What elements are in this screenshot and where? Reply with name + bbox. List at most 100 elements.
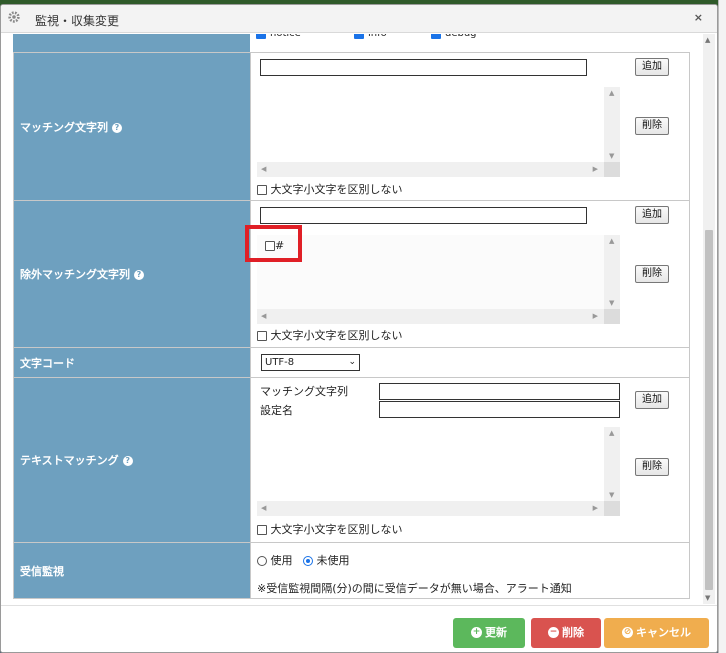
label-text: 除外マッチング文字列 [20,268,130,281]
radio-use[interactable] [257,556,267,566]
help-icon[interactable]: ? [112,122,122,133]
listbox-hscroll[interactable]: ◀ ▶ [257,162,604,177]
receive-option-unused[interactable]: 未使用 [303,552,350,568]
value-matching: 追加 ▲ ▼ ◀ ▶ 削除 大文字小文字を区別しない [250,52,690,201]
scroll-right-icon[interactable]: ▶ [593,165,598,173]
radio-label: 使用 [270,554,293,567]
case-checkbox[interactable] [257,185,267,195]
cancel-label: キャンセル [636,626,691,639]
scroll-left-icon[interactable]: ◀ [261,165,266,173]
scroll-left-icon[interactable]: ◀ [261,504,266,512]
text-matching-pattern-input[interactable] [379,383,620,400]
update-button[interactable]: + 更新 [453,618,525,648]
checkbox-label: info [368,34,387,39]
case-checkbox[interactable] [257,525,267,535]
listbox-corner [604,309,620,324]
close-icon[interactable]: × [694,11,703,24]
row-text-matching: テキストマッチング? マッチング文字列 設定名 追加 ▲ ▼ ◀ ▶ 削除 大文… [13,377,690,543]
case-checkbox[interactable] [257,331,267,341]
dialog-titlebar: 監視・収集変更 × [1,5,717,33]
dialog-scrollbar[interactable]: ▲ ▼ [703,34,715,604]
scrollbar-thumb[interactable] [705,230,713,590]
delete-button[interactable]: − 削除 [531,618,601,648]
delete-label: 削除 [562,626,584,639]
dialog-title: 監視・収集変更 [35,14,120,28]
scroll-up-icon[interactable]: ▲ [609,429,614,437]
listbox-corner [604,501,620,516]
scroll-down-icon[interactable]: ▼ [609,152,614,160]
exclude-input[interactable] [260,207,587,224]
matching-delete-button[interactable]: 削除 [635,117,669,135]
radio-label: 未使用 [316,554,350,567]
case-label: 大文字小文字を区別しない [270,183,403,196]
listbox-hscroll[interactable]: ◀ ▶ [257,501,604,516]
matching-add-button[interactable]: 追加 [635,58,669,76]
charset-select[interactable]: UTF-8 ⌄ [261,354,360,371]
help-icon[interactable]: ? [122,456,133,466]
matching-listbox[interactable]: ▲ ▼ ◀ ▶ [257,87,620,177]
text-matching-delete-button[interactable]: 削除 [635,458,669,476]
text-matching-case-option[interactable]: 大文字小文字を区別しない [257,521,403,537]
scroll-up-icon[interactable]: ▲ [705,36,710,44]
matching-input[interactable] [260,59,587,76]
scroll-right-icon[interactable]: ▶ [593,504,598,512]
value-receive: 使用 未使用 ※受信監視間隔(分)の間に受信データが無い場合、アラート通知 [250,542,690,599]
listbox-vscroll[interactable]: ▲ ▼ [604,87,620,162]
update-label: 更新 [485,626,507,639]
checkbox-label: notice [270,34,301,39]
charset-value: UTF-8 [265,357,295,368]
background-app-edge [718,0,726,653]
receive-option-use[interactable]: 使用 [257,552,293,568]
dialog-footer: + 更新 − 削除 ⊘ キャンセル [1,605,717,652]
chevron-down-icon: ⌄ [348,357,356,367]
label-text: 受信監視 [20,564,64,578]
label-cell-partial [13,34,250,52]
edit-dialog: 監視・収集変更 × notice info debug マッチング文字列? 追加 [0,4,718,653]
label-text: 文字コード [20,356,75,370]
label-text: マッチング文字列 [20,120,108,134]
scroll-left-icon[interactable]: ◀ [261,312,266,320]
cancel-button[interactable]: ⊘ キャンセル [604,618,709,648]
scroll-up-icon[interactable]: ▲ [609,237,614,245]
help-icon[interactable]: ? [134,270,144,280]
row-receive: 受信監視 使用 未使用 ※受信監視間隔(分)の間に受信データが無い場合、アラート… [13,542,690,599]
listbox-vscroll[interactable]: ▲ ▼ [604,427,620,501]
scroll-down-icon[interactable]: ▼ [705,594,710,602]
plus-circle-icon: + [471,626,482,638]
field-label-matching: マッチング文字列 [260,385,348,398]
row-matching: マッチング文字列? 追加 ▲ ▼ ◀ ▶ 削除 大文字小文字を区別しない [13,52,690,201]
exclude-case-option[interactable]: 大文字小文字を区別しない [257,327,403,343]
exclude-listbox[interactable]: # ▲ ▼ ◀ ▶ [257,235,620,324]
label-receive: 受信監視 [13,542,251,599]
case-label: 大文字小文字を区別しない [270,329,403,342]
scroll-right-icon[interactable]: ▶ [593,312,598,320]
settings-form: マッチング文字列? 追加 ▲ ▼ ◀ ▶ 削除 大文字小文字を区別しない 除外マ… [13,52,690,599]
checkbox-label: debug [445,34,477,39]
listbox-hscroll[interactable]: ◀ ▶ [257,309,604,324]
exclude-add-button[interactable]: 追加 [635,206,669,224]
gear-icon [8,11,20,23]
radio-unused[interactable] [303,556,313,566]
text-matching-name-input[interactable] [379,401,620,418]
text-matching-listbox[interactable]: ▲ ▼ ◀ ▶ [257,427,620,516]
label-matching: マッチング文字列? [13,52,251,201]
row-exclude: 除外マッチング文字列? 追加 # ▲ ▼ ◀ ▶ 削除 大文字小文字を区別しない [13,200,690,348]
scroll-down-icon[interactable]: ▼ [609,491,614,499]
listbox-corner [604,162,620,177]
checkbox-debug[interactable] [431,34,441,39]
value-text-matching: マッチング文字列 設定名 追加 ▲ ▼ ◀ ▶ 削除 大文字小文字を区別しない [250,377,690,543]
exclude-delete-button[interactable]: 削除 [635,265,669,283]
previous-row-partial: notice info debug [250,34,690,46]
value-exclude: 追加 # ▲ ▼ ◀ ▶ 削除 大文字小文字を区別しない [245,200,690,348]
label-text-matching: テキストマッチング? [13,377,251,543]
cancel-icon: ⊘ [622,626,633,638]
checkbox-info[interactable] [354,34,364,39]
checkbox-notice[interactable] [256,34,266,39]
row-charset: 文字コード UTF-8 ⌄ [13,347,690,378]
scroll-down-icon[interactable]: ▼ [609,299,614,307]
matching-case-option[interactable]: 大文字小文字を区別しない [257,181,403,197]
text-matching-add-button[interactable]: 追加 [635,391,669,409]
listbox-vscroll[interactable]: ▲ ▼ [604,235,620,309]
scroll-up-icon[interactable]: ▲ [609,89,614,97]
label-exclude: 除外マッチング文字列? [13,200,251,348]
